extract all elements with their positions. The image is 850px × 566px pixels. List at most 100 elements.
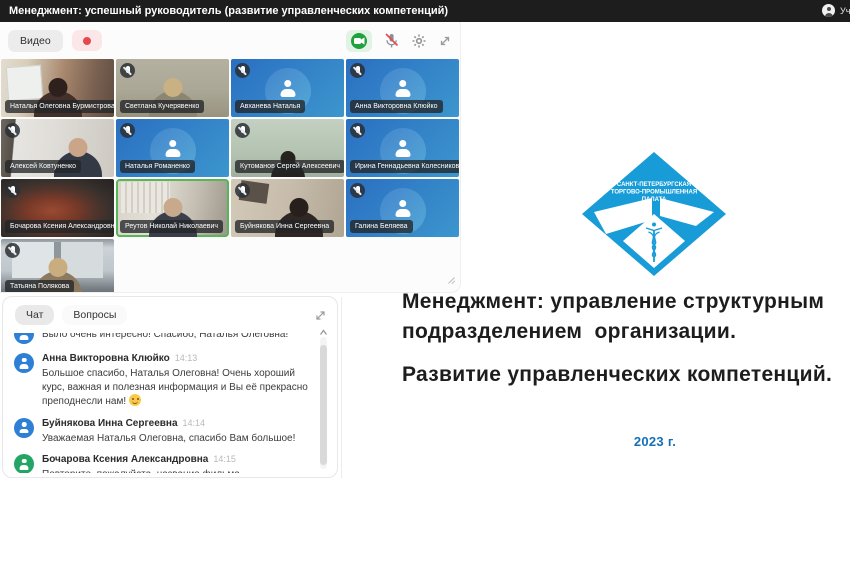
tab-chat[interactable]: Чат	[15, 305, 54, 325]
mic-muted-button[interactable]	[383, 32, 400, 49]
mic-muted-icon	[5, 123, 20, 138]
participant-name: Реутов Николай Николаевич	[120, 220, 223, 233]
mic-muted-icon	[235, 123, 250, 138]
participant-name: Наталья Олеговна Бурмистрова	[5, 100, 114, 113]
participant-name: Светлана Кучерявенко	[120, 100, 204, 113]
message-text: Большое спасибо, Наталья Олеговна! Очень…	[42, 367, 313, 409]
mic-muted-icon	[383, 32, 400, 49]
person-icon	[19, 358, 30, 369]
participants-button[interactable]: Участники	[840, 6, 850, 16]
message-text: Было очень интересно! Спасибо, Наталья О…	[42, 333, 288, 342]
settings-button[interactable]	[411, 33, 427, 49]
video-panel-controls	[346, 30, 452, 52]
chat-scrollbar[interactable]	[320, 337, 327, 469]
expand-video-button[interactable]	[438, 34, 452, 48]
user-avatar-icon[interactable]	[822, 4, 835, 17]
person-icon	[19, 459, 30, 470]
message-body: Было очень интересно! Спасибо, Наталья О…	[42, 333, 288, 344]
webinar-title: Менеджмент: успешный руководитель (разви…	[9, 5, 448, 17]
mic-muted-icon	[5, 183, 20, 198]
chat-message: Было очень интересно! Спасибо, Наталья О…	[14, 333, 313, 344]
chat-avatar	[14, 353, 34, 373]
message-text: Повторите, пожалуйста, название фильма	[42, 468, 240, 473]
slide-year: 2023 г.	[585, 434, 725, 449]
chevron-up-icon	[319, 329, 328, 336]
video-tile[interactable]: Бочарова Ксения Александровна	[1, 179, 114, 237]
chat-message-list[interactable]: Было очень интересно! Спасибо, Наталья О…	[3, 333, 313, 473]
participant-name: Авханева Наталья	[235, 100, 305, 113]
person-icon	[394, 80, 412, 97]
message-time: 14:15	[213, 454, 236, 464]
slide-title: Менеджмент: управление структурным подра…	[402, 287, 850, 402]
smiley-emoji	[129, 394, 141, 406]
person-icon	[279, 80, 297, 97]
participant-name: Анна Викторовна Клюйко	[350, 100, 443, 113]
video-tile[interactable]: Буйнякова Инна Сергеевна	[231, 179, 344, 237]
person-icon	[19, 422, 30, 433]
chat-scrollbar-thumb[interactable]	[320, 345, 327, 465]
video-tile[interactable]: Алексей Ковтуненко	[1, 119, 114, 177]
expand-icon	[438, 34, 452, 48]
chat-avatar	[14, 333, 34, 344]
video-tile[interactable]: Наталья Олеговна Бурмистрова	[1, 59, 114, 117]
slide-subtitle-line: Развитие управленческих компетенций.	[402, 360, 850, 390]
chat-header: Чат Вопросы	[3, 297, 337, 330]
mic-muted-icon	[120, 123, 135, 138]
slide-title-line: Менеджмент: управление структурным подра…	[402, 287, 850, 347]
chat-panel: Чат Вопросы Было очень интересно! Спасиб…	[2, 296, 338, 478]
expand-icon	[314, 309, 327, 322]
video-tile[interactable]: Татьяна Полякова	[1, 239, 114, 292]
logo-line-1: САНКТ-ПЕТЕРБУРГСКАЯ	[617, 182, 691, 188]
record-dot-icon	[83, 37, 91, 45]
video-tile[interactable]: Кутоманов Сергей Алексеевич	[231, 119, 344, 177]
video-tile[interactable]: Ирина Геннадьевна Колесникова	[346, 119, 459, 177]
participant-name: Бочарова Ксения Александровна	[5, 220, 114, 233]
expand-chat-button[interactable]	[314, 309, 327, 322]
chat-message: Анна Викторовна Клюйко14:13 Большое спаси…	[14, 353, 313, 409]
message-author: Буйнякова Инна Сергеевна	[42, 418, 178, 429]
participant-name: Алексей Ковтуненко	[5, 160, 81, 173]
chat-avatar	[14, 418, 34, 438]
message-body: Анна Викторовна Клюйко14:13 Большое спаси…	[42, 353, 313, 409]
video-tile[interactable]: Авханева Наталья	[231, 59, 344, 117]
panel-divider	[341, 297, 342, 478]
message-body: Буйнякова Инна Сергеевна 14:14 Уважаемая Н…	[42, 418, 295, 446]
video-tile[interactable]: Реутов Николай Николаевич	[116, 179, 229, 237]
resize-icon	[447, 276, 456, 285]
camera-on-button[interactable]	[346, 30, 372, 52]
chat-avatar	[14, 454, 34, 473]
mic-muted-icon	[5, 243, 20, 258]
mic-muted-icon	[120, 63, 135, 78]
person-icon	[394, 140, 412, 157]
mic-muted-icon	[235, 63, 250, 78]
video-grid: Наталья Олеговна Бурмистрова Светлана Куч…	[1, 59, 459, 292]
video-panel: Видео Наталья Олеговна Бурмистрова Светла…	[0, 22, 461, 293]
participant-name: Ирина Геннадьевна Колесникова	[350, 160, 459, 173]
message-text: Уважаемая Наталья Олеговна, спасибо Вам …	[42, 432, 295, 446]
message-header: Бочарова Ксения Александровна 14:15	[42, 454, 240, 465]
video-tile[interactable]: Галина Беляева	[346, 179, 459, 237]
gear-icon	[411, 33, 427, 49]
person-icon	[19, 333, 30, 340]
recording-indicator[interactable]	[72, 30, 102, 51]
camera-icon	[346, 30, 372, 52]
message-header: Анна Викторовна Клюйко14:13	[42, 353, 313, 364]
video-tile[interactable]: Светлана Кучерявенко	[116, 59, 229, 117]
mic-muted-icon	[235, 183, 250, 198]
chamber-of-commerce-logo: САНКТ-ПЕТЕРБУРГСКАЯ ТОРГОВО-ПРОМЫШЛЕННАЯ…	[580, 150, 728, 278]
mic-muted-icon	[350, 183, 365, 198]
video-tile[interactable]: Наталья Романенко	[116, 119, 229, 177]
message-header: Буйнякова Инна Сергеевна 14:14	[42, 418, 295, 429]
message-time: 14:13	[175, 353, 198, 363]
message-time: 14:14	[183, 418, 206, 428]
person-icon	[394, 200, 412, 217]
mic-muted-icon	[350, 123, 365, 138]
video-tile[interactable]: Анна Викторовна Клюйко	[346, 59, 459, 117]
participant-name: Буйнякова Инна Сергеевна	[235, 220, 334, 233]
logo-line-2: ТОРГОВО-ПРОМЫШЛЕННАЯ	[611, 190, 697, 196]
message-body: Бочарова Ксения Александровна 14:15 Повтор…	[42, 454, 240, 473]
message-author: Бочарова Ксения Александровна	[42, 454, 208, 465]
tab-questions[interactable]: Вопросы	[62, 305, 127, 325]
top-bar: Менеджмент: успешный руководитель (разви…	[0, 0, 850, 22]
video-tab-button[interactable]: Видео	[8, 30, 63, 52]
